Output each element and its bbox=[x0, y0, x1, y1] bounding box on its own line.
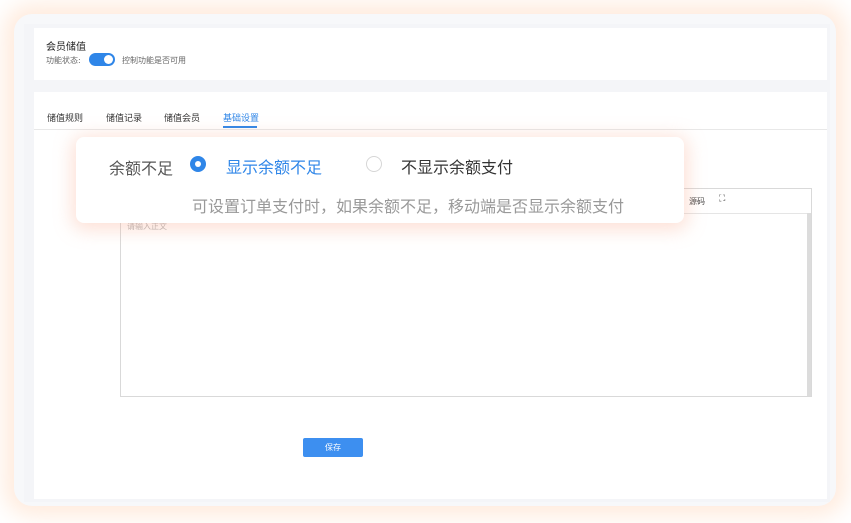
balance-insufficient-setting: 余额不足 显示余额不足 不显示余额支付 可设置订单支付时，如果余额不足，移动端是… bbox=[76, 137, 684, 223]
active-tab-indicator bbox=[223, 126, 257, 128]
page-title: 会员储值 bbox=[46, 42, 86, 53]
option-hide-balance-payment[interactable]: 不显示余额支付 bbox=[401, 154, 513, 178]
status-description: 控制功能是否可用 bbox=[122, 56, 186, 65]
fullscreen-icon[interactable]: ⛶ bbox=[719, 194, 725, 204]
source-code-button[interactable]: 源码 bbox=[689, 196, 705, 207]
radio-show-balance-insufficient[interactable] bbox=[190, 156, 206, 172]
feature-toggle[interactable] bbox=[89, 53, 115, 66]
setting-label: 余额不足 bbox=[109, 159, 174, 178]
tab-basic-settings[interactable]: 基础设置 bbox=[223, 111, 259, 124]
save-button[interactable]: 保存 bbox=[303, 438, 363, 457]
tab-recharge-members[interactable]: 储值会员 bbox=[164, 111, 200, 124]
editor-scrollbar[interactable] bbox=[807, 213, 811, 396]
tab-recharge-rules[interactable]: 储值规则 bbox=[47, 111, 83, 124]
header-card: 会员储值 功能状态: 控制功能是否可用 bbox=[34, 28, 827, 80]
tab-bar: 储值规则 储值记录 储值会员 基础设置 bbox=[34, 92, 827, 130]
tab-recharge-records[interactable]: 储值记录 bbox=[106, 111, 142, 124]
status-label: 功能状态: bbox=[46, 56, 81, 65]
option-show-balance-insufficient[interactable]: 显示余额不足 bbox=[226, 154, 322, 178]
toggle-knob bbox=[104, 55, 113, 64]
setting-hint: 可设置订单支付时，如果余额不足，移动端是否显示余额支付 bbox=[192, 197, 625, 216]
radio-hide-balance-payment[interactable] bbox=[366, 156, 382, 172]
